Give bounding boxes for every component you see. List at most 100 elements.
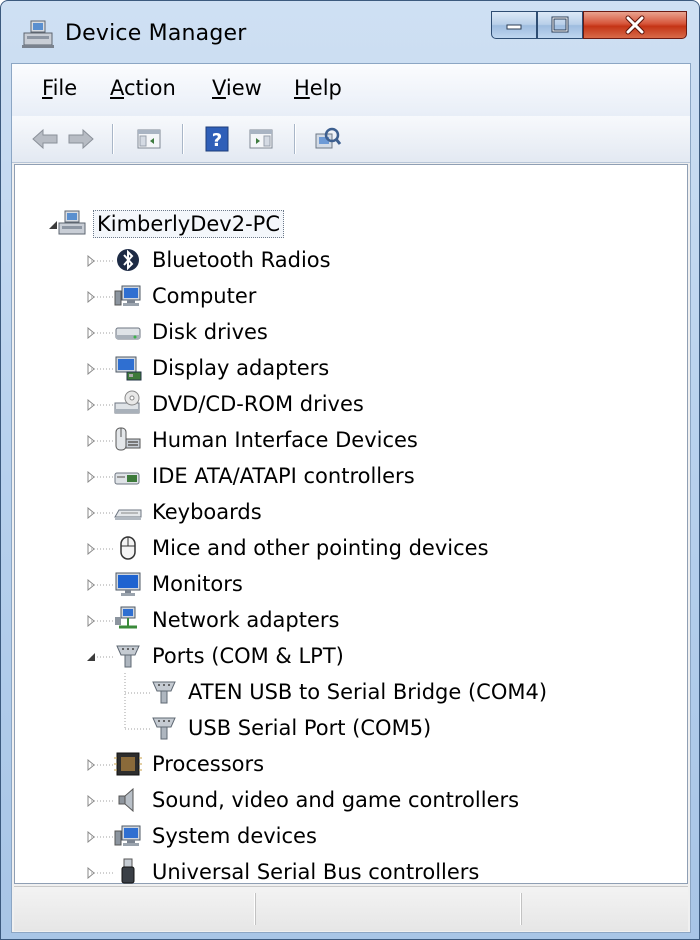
computer-icon [114, 285, 141, 306]
keyboard-icon [114, 509, 142, 520]
maximize-icon [551, 16, 569, 33]
tree-root-row[interactable]: KimberlyDev2-PC [43, 207, 284, 241]
system-device-icon [114, 825, 141, 846]
ide-controller-icon [114, 472, 140, 485]
dvd-drive-icon [114, 390, 140, 414]
properties-icon[interactable] [246, 124, 276, 154]
tree-device-label: ATEN USB to Serial Bridge (COM4) [188, 680, 548, 704]
tree-category-row[interactable]: Keyboards [113, 495, 265, 529]
menu-action-accel: A [110, 76, 124, 100]
expand-arrow-icon[interactable] [85, 615, 97, 627]
menu-bar: File Action View Help [12, 64, 690, 117]
show-hide-console-tree-icon[interactable] [134, 124, 164, 154]
device-manager-window: Device Manager File Action View Help ? K… [0, 0, 700, 940]
tree-category-label: Keyboards [152, 500, 262, 524]
tree-category-row[interactable]: Sound, video and game controllers [113, 783, 522, 817]
expand-arrow-icon[interactable] [85, 399, 97, 411]
client-area: File Action View Help ? KimberlyDev2-PC … [11, 63, 691, 933]
toolbar-separator [294, 124, 296, 154]
toolbar: ? [12, 116, 690, 163]
expand-arrow-icon[interactable] [85, 291, 97, 303]
tree-category-label: Computer [152, 284, 257, 308]
svg-text:?: ? [212, 130, 222, 151]
menu-view-label: iew [225, 76, 262, 100]
expand-arrow-icon[interactable] [85, 867, 97, 879]
monitor-icon [115, 572, 141, 596]
tree-category-label: DVD/CD-ROM drives [152, 392, 364, 416]
menu-help[interactable]: Help [294, 76, 342, 100]
tree-device-row[interactable]: USB Serial Port (COM5) [149, 711, 434, 745]
menu-action-label: ction [124, 76, 176, 100]
menu-file-label: ile [52, 76, 78, 100]
expand-arrow-icon[interactable] [85, 363, 97, 375]
menu-file[interactable]: File [42, 76, 77, 100]
hid-icon [115, 427, 141, 451]
toolbar-separator [182, 124, 184, 154]
tree-category-label: Processors [152, 752, 265, 776]
collapse-arrow-icon[interactable] [85, 651, 97, 663]
expand-arrow-icon[interactable] [85, 579, 97, 591]
tree-category-row[interactable]: Display adapters [113, 351, 332, 385]
tree-category-row[interactable]: System devices [113, 819, 320, 853]
expand-arrow-icon[interactable] [85, 795, 97, 807]
port-icon [152, 681, 176, 704]
menu-help-label: elp [309, 76, 342, 100]
tree-category-label: Network adapters [152, 608, 340, 632]
tree-category-row[interactable]: Processors [113, 747, 267, 781]
close-button[interactable] [583, 11, 687, 39]
tree-category-row[interactable]: Mice and other pointing devices [113, 531, 492, 565]
title-bar[interactable]: Device Manager [1, 1, 700, 63]
expand-arrow-icon[interactable] [85, 831, 97, 843]
toolbar-separator [112, 124, 114, 154]
caption-buttons [491, 11, 691, 41]
back-arrow-icon[interactable] [30, 124, 60, 154]
status-bar [14, 886, 688, 931]
expand-arrow-icon[interactable] [85, 471, 97, 483]
tree-category-row[interactable]: Computer [113, 279, 259, 313]
tree-category-row[interactable]: Human Interface Devices [113, 423, 421, 457]
collapse-arrow-icon[interactable] [47, 219, 59, 231]
tree-device-row[interactable]: ATEN USB to Serial Bridge (COM4) [149, 675, 550, 709]
minimize-button[interactable] [491, 11, 537, 39]
expand-arrow-icon[interactable] [85, 435, 97, 447]
device-tree[interactable]: KimberlyDev2-PC Bluetooth Radios Computer… [14, 164, 688, 884]
expand-arrow-icon[interactable] [85, 327, 97, 339]
port-icon [116, 645, 140, 668]
bluetooth-icon [117, 249, 139, 271]
menu-view[interactable]: View [212, 76, 262, 100]
tree-category-row[interactable]: DVD/CD-ROM drives [113, 387, 367, 421]
tree-category-row[interactable]: Universal Serial Bus controllers [113, 855, 482, 889]
window-title: Device Manager [65, 21, 247, 46]
disk-drive-icon [115, 327, 141, 340]
port-icon [152, 717, 176, 740]
status-pane-divider [520, 893, 522, 925]
usb-icon [121, 858, 135, 884]
tree-category-label: Ports (COM & LPT) [152, 644, 344, 668]
tree-category-label: IDE ATA/ATAPI controllers [152, 464, 415, 488]
processor-icon [114, 752, 142, 776]
expand-arrow-icon[interactable] [85, 543, 97, 555]
tree-category-label: Mice and other pointing devices [152, 536, 489, 560]
expand-arrow-icon[interactable] [85, 759, 97, 771]
tree-category-row[interactable]: Bluetooth Radios [113, 243, 334, 277]
display-adapter-icon [115, 356, 142, 381]
menu-view-accel: V [212, 76, 226, 100]
tree-category-row[interactable]: Disk drives [113, 315, 271, 349]
forward-arrow-icon[interactable] [66, 124, 96, 154]
menu-action[interactable]: Action [110, 76, 176, 100]
scan-hardware-icon[interactable] [312, 124, 342, 154]
tree-category-label: Display adapters [152, 356, 330, 380]
tree-category-row[interactable]: Network adapters [113, 603, 342, 637]
tree-category-row[interactable]: Ports (COM & LPT) [113, 639, 347, 673]
maximize-button[interactable] [537, 11, 583, 39]
tree-category-label: Human Interface Devices [152, 428, 418, 452]
expand-arrow-icon[interactable] [85, 255, 97, 267]
tree-category-label: Universal Serial Bus controllers [152, 860, 480, 884]
tree-category-row[interactable]: IDE ATA/ATAPI controllers [113, 459, 418, 493]
tree-category-row[interactable]: Monitors [113, 567, 246, 601]
help-icon[interactable]: ? [202, 124, 232, 154]
tree-category-label: Disk drives [152, 320, 268, 344]
status-pane-divider [254, 893, 256, 925]
expand-arrow-icon[interactable] [85, 507, 97, 519]
close-icon [625, 15, 645, 35]
